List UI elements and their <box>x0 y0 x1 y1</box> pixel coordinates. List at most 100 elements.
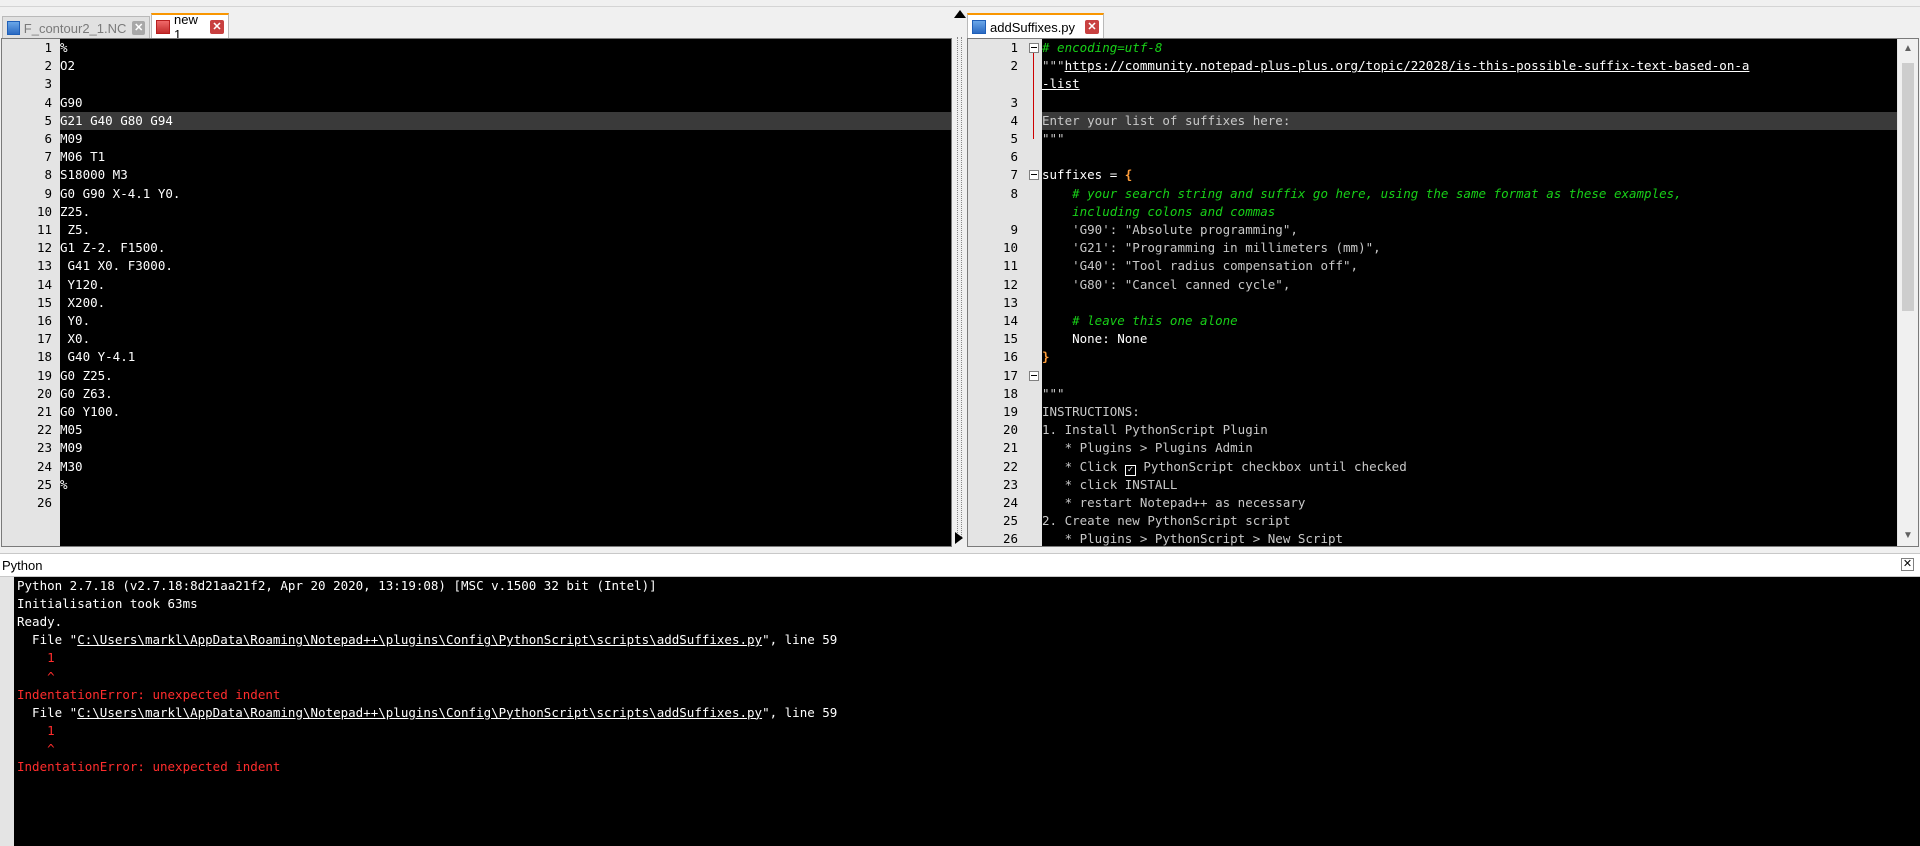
code-line[interactable]: suffixes = { <box>1042 166 1132 184</box>
code-line[interactable]: X0. <box>60 330 91 348</box>
arrow-up-icon[interactable] <box>954 10 966 18</box>
line-number: 10 <box>1002 240 1018 256</box>
line-number: 11 <box>1002 258 1018 274</box>
close-icon[interactable]: ✕ <box>210 20 224 34</box>
code-token: 'G21': "Programming in millimeters (mm)"… <box>1042 240 1381 256</box>
fold-toggle-icon[interactable] <box>1029 170 1039 181</box>
close-icon[interactable]: ✕ <box>1085 20 1099 34</box>
minus-glyph <box>1031 374 1037 376</box>
code-line[interactable]: 'G90': "Absolute programming", <box>1042 221 1298 239</box>
code-line[interactable]: G40 Y-4.1 <box>60 348 136 366</box>
code-line[interactable]: None: None <box>1042 330 1147 348</box>
code-line[interactable]: Y120. <box>60 276 106 294</box>
scroll-down-icon[interactable]: ▼ <box>1902 530 1914 542</box>
line-number: 15 <box>36 294 52 310</box>
arrow-right-icon[interactable] <box>955 532 963 544</box>
code-line[interactable]: G0 Y100. <box>60 403 120 421</box>
pane-splitter[interactable] <box>953 9 966 547</box>
code-line[interactable]: Y0. <box>60 312 91 330</box>
fold-margin[interactable] <box>1026 39 1042 546</box>
code-line[interactable]: 1. Install PythonScript Plugin <box>1042 421 1268 439</box>
right-editor[interactable]: 1 2 3 4 5 6 7 8 9 10 11 12 13 14 15 16 17 18 19 20 21 22 23 24 2… <box>967 38 1919 547</box>
scroll-up-icon[interactable]: ▲ <box>1902 43 1914 55</box>
code-line[interactable]: including colons and commas <box>1042 203 1275 221</box>
line-number: 17 <box>36 331 52 347</box>
code-line[interactable]: -list <box>1042 75 1080 93</box>
code-line[interactable]: 'G80': "Cancel canned cycle", <box>1042 276 1290 294</box>
code-line[interactable]: """ <box>1042 130 1065 148</box>
line-number: 13 <box>1002 294 1018 310</box>
code-line[interactable]: G1 Z-2. F1500. <box>60 239 165 257</box>
code-token: * restart Notepad++ as necessary <box>1042 495 1306 510</box>
code-line[interactable]: G0 Z63. <box>60 385 113 403</box>
code-line[interactable]: M30 <box>60 458 83 476</box>
tab-f-contour[interactable]: F_contour2_1.NC ✕ <box>2 16 150 39</box>
line-number: 4 <box>44 94 52 110</box>
code-line[interactable]: INSTRUCTIONS: <box>1042 403 1140 421</box>
code-line[interactable]: * restart Notepad++ as necessary <box>1042 494 1306 512</box>
url-link[interactable]: https://community.notepad-plus-plus.org/… <box>1065 58 1750 73</box>
file-path-link[interactable]: C:\Users\markl\AppData\Roaming\Notepad++… <box>77 705 762 720</box>
code-line[interactable]: M09 <box>60 439 83 457</box>
line-number: 19 <box>1002 404 1018 419</box>
code-line[interactable]: G0 Z25. <box>60 367 113 385</box>
code-line[interactable]: 2. Create new PythonScript script <box>1042 512 1290 530</box>
vertical-scrollbar[interactable]: ▲ ▼ <box>1897 39 1918 546</box>
tab-new-1[interactable]: new 1 ✕ <box>151 12 229 42</box>
code-line[interactable]: M09 <box>60 130 83 148</box>
code-line[interactable]: # leave this one alone <box>1042 312 1238 330</box>
code-line[interactable]: M06 T1 <box>60 148 105 166</box>
code-line[interactable]: M05 <box>60 421 83 439</box>
code-token: None: None <box>1042 331 1148 347</box>
code-line[interactable]: * Click ✓ PythonScript checkbox until ch… <box>1042 458 1407 476</box>
tab-addsuffixes[interactable]: addSuffixes.py ✕ <box>967 13 1104 39</box>
splitter-grip[interactable] <box>957 37 962 539</box>
code-line[interactable]: Z5. <box>60 221 91 239</box>
code-line[interactable]: # your search string and suffix go here,… <box>1042 185 1682 203</box>
python-console[interactable]: Python 2.7.18 (v2.7.18:8d21aa21f2, Apr 2… <box>0 577 1920 846</box>
fold-toggle-icon[interactable] <box>1029 43 1039 53</box>
code-line[interactable]: O2 <box>60 57 75 75</box>
code-line[interactable]: G0 G90 X-4.1 Y0. <box>60 185 180 203</box>
code-line[interactable]: * Plugins > Plugins Admin <box>1042 439 1253 457</box>
code-token: } <box>1042 349 1050 365</box>
line-number: 21 <box>36 404 52 419</box>
code-line[interactable]: * click INSTALL <box>1042 476 1178 494</box>
line-number: 22 <box>36 422 52 438</box>
code-line[interactable]: """https://community.notepad-plus-plus.o… <box>1042 57 1749 75</box>
file-path-link[interactable]: C:\Users\markl\AppData\Roaming\Notepad++… <box>77 632 762 647</box>
line-number-gutter: 1 2 3 4 5 6 7 8 9 10 11 12 13 14 15 16 17 18 19 20 21 22 23 24 2… <box>2 39 60 546</box>
code-line[interactable]: % <box>60 476 68 494</box>
console-title-bar: Python ✕ <box>0 553 1920 577</box>
code-line[interactable]: S18000 M3 <box>60 166 128 184</box>
code-line[interactable]: # encoding=utf-8 <box>1042 39 1162 57</box>
code-token: # leave this one alone <box>1042 313 1238 328</box>
code-line[interactable]: * Plugins > PythonScript > New Script <box>1042 530 1343 546</box>
code-line[interactable]: G41 X0. F3000. <box>60 257 173 275</box>
scrollbar-thumb[interactable] <box>1902 63 1914 311</box>
code-line[interactable]: 'G40': "Tool radius compensation off", <box>1042 257 1358 275</box>
console-text: 1 <box>17 722 55 738</box>
code-line[interactable]: % <box>60 39 68 57</box>
console-line: File "C:\Users\markl\AppData\Roaming\Not… <box>17 631 837 649</box>
close-icon[interactable]: ✕ <box>1901 558 1914 571</box>
code-line[interactable]: Z25. <box>60 203 90 221</box>
line-number: 4 <box>1010 112 1018 128</box>
line-number: 26 <box>36 495 52 510</box>
line-number: 18 <box>1002 385 1018 401</box>
code-line[interactable]: G21 G40 G80 G94 <box>60 112 173 130</box>
left-editor[interactable]: 1 2 3 4 5 6 7 8 9 10 11 12 13 14 15 16 17 18 19 20 21 22 23 24 2… <box>1 38 952 547</box>
code-line[interactable]: Enter your list of suffixes here: <box>1042 112 1290 130</box>
code-line[interactable]: } <box>1042 348 1050 366</box>
line-number: 9 <box>1010 222 1018 237</box>
line-number: 19 <box>36 367 52 383</box>
code-line[interactable]: X200. <box>60 294 106 312</box>
code-line[interactable]: """ <box>1042 385 1065 403</box>
code-line[interactable]: G90 <box>60 94 83 112</box>
url-link[interactable]: -list <box>1042 76 1080 91</box>
code-line[interactable]: 'G21': "Programming in millimeters (mm)"… <box>1042 239 1381 257</box>
code-token: 2. Create new PythonScript script <box>1042 513 1291 529</box>
close-icon[interactable]: ✕ <box>132 21 145 35</box>
fold-toggle-icon[interactable] <box>1029 370 1039 381</box>
code-token: suffixes = <box>1042 167 1125 183</box>
